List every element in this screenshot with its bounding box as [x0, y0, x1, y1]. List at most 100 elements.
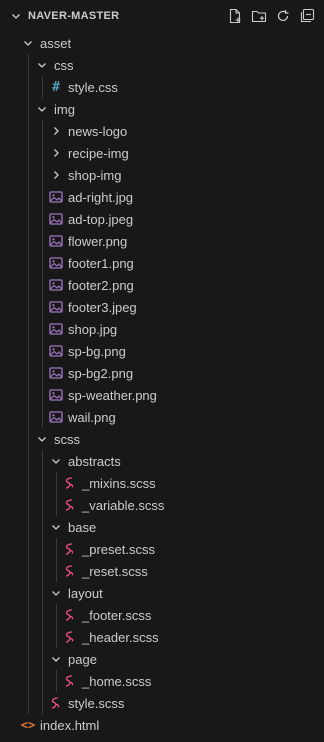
- tree-item-label: sp-weather.png: [68, 387, 157, 403]
- tree-item-label: flower.png: [68, 233, 128, 249]
- image-file-icon: [48, 277, 64, 293]
- sass-file-icon: [62, 497, 78, 513]
- folder-news-logo[interactable]: news-logo: [0, 120, 324, 142]
- file-variable-scss[interactable]: _variable.scss: [0, 494, 324, 516]
- collapse-all-icon[interactable]: [298, 7, 316, 25]
- tree-item-label: css: [54, 57, 74, 73]
- folder-img[interactable]: img: [0, 98, 324, 120]
- file-style-css[interactable]: # style.css: [0, 76, 324, 98]
- chevron-right-icon[interactable]: [48, 123, 64, 139]
- file-footer1-png[interactable]: footer1.png: [0, 252, 324, 274]
- file-style-scss[interactable]: style.scss: [0, 692, 324, 714]
- indent-guide: [28, 54, 29, 714]
- indent-guide: [42, 450, 43, 714]
- image-file-icon: [48, 211, 64, 227]
- folder-base[interactable]: base: [0, 516, 324, 538]
- chevron-down-icon[interactable]: [48, 519, 64, 535]
- sass-file-icon: [62, 563, 78, 579]
- indent-guide: [56, 670, 57, 692]
- file-flower-png[interactable]: flower.png: [0, 230, 324, 252]
- chevron-down-icon[interactable]: [48, 651, 64, 667]
- tree-item-label: layout: [68, 585, 103, 601]
- chevron-right-icon[interactable]: [48, 167, 64, 183]
- explorer-actions: [226, 7, 316, 25]
- tree-item-label: footer1.png: [68, 255, 134, 271]
- file-preset-scss[interactable]: _preset.scss: [0, 538, 324, 560]
- folder-css[interactable]: css: [0, 54, 324, 76]
- chevron-down-icon[interactable]: [34, 101, 50, 117]
- chevron-right-icon[interactable]: [48, 145, 64, 161]
- file-footer-scss[interactable]: _footer.scss: [0, 604, 324, 626]
- tree-item-label: recipe-img: [68, 145, 129, 161]
- file-shop-jpg[interactable]: shop.jpg: [0, 318, 324, 340]
- tree-item-label: news-logo: [68, 123, 128, 139]
- tree-item-label: _preset.scss: [82, 541, 155, 557]
- tree-item-label: style.scss: [68, 695, 125, 711]
- explorer-title: NAVER-MASTER: [28, 10, 120, 22]
- file-header-scss[interactable]: _header.scss: [0, 626, 324, 648]
- tree-item-label: _header.scss: [82, 629, 159, 645]
- file-index-html[interactable]: <> index.html: [0, 714, 324, 736]
- tree-item-label: _mixins.scss: [82, 475, 156, 491]
- file-footer2-png[interactable]: footer2.png: [0, 274, 324, 296]
- chevron-down-icon[interactable]: [8, 8, 24, 24]
- folder-scss[interactable]: scss: [0, 428, 324, 450]
- image-file-icon: [48, 343, 64, 359]
- sass-file-icon: [62, 607, 78, 623]
- tree-item-label: page: [68, 651, 97, 667]
- chevron-down-icon[interactable]: [34, 57, 50, 73]
- tree-item-label: sp-bg2.png: [68, 365, 134, 381]
- tree-item-label: sp-bg.png: [68, 343, 126, 359]
- file-home-scss[interactable]: _home.scss: [0, 670, 324, 692]
- chevron-down-icon[interactable]: [48, 585, 64, 601]
- folder-layout[interactable]: layout: [0, 582, 324, 604]
- file-tree: asset css # style.css img news-logo recipe-img…: [0, 32, 324, 736]
- chevron-down-icon[interactable]: [48, 453, 64, 469]
- folder-recipe-img[interactable]: recipe-img: [0, 142, 324, 164]
- file-sp-bg2-png[interactable]: sp-bg2.png: [0, 362, 324, 384]
- html-file-icon: <>: [20, 718, 36, 732]
- indent-guide: [56, 538, 57, 582]
- folder-page[interactable]: page: [0, 648, 324, 670]
- chevron-down-icon[interactable]: [20, 35, 36, 51]
- chevron-down-icon[interactable]: [34, 431, 50, 447]
- tree-item-label: asset: [40, 35, 72, 51]
- tree-item-label: _reset.scss: [82, 563, 148, 579]
- image-file-icon: [48, 409, 64, 425]
- file-ad-top-jpeg[interactable]: ad-top.jpeg: [0, 208, 324, 230]
- folder-shop-img[interactable]: shop-img: [0, 164, 324, 186]
- file-mixins-scss[interactable]: _mixins.scss: [0, 472, 324, 494]
- new-file-icon[interactable]: [226, 7, 244, 25]
- file-sp-weather-png[interactable]: sp-weather.png: [0, 384, 324, 406]
- tree-item-label: index.html: [40, 717, 100, 733]
- sass-file-icon: [62, 541, 78, 557]
- sass-file-icon: [48, 695, 64, 711]
- indent-guide: [56, 604, 57, 648]
- file-reset-scss[interactable]: _reset.scss: [0, 560, 324, 582]
- explorer-header[interactable]: NAVER-MASTER: [0, 0, 324, 32]
- tree-item-label: style.css: [68, 79, 118, 95]
- tree-item-label: _footer.scss: [82, 607, 152, 623]
- file-wail-png[interactable]: wail.png: [0, 406, 324, 428]
- tree-item-label: footer2.png: [68, 277, 134, 293]
- file-ad-right-jpg[interactable]: ad-right.jpg: [0, 186, 324, 208]
- indent-guide: [42, 120, 43, 428]
- tree-item-label: ad-top.jpeg: [68, 211, 134, 227]
- tree-item-label: img: [54, 101, 75, 117]
- file-sp-bg-png[interactable]: sp-bg.png: [0, 340, 324, 362]
- image-file-icon: [48, 387, 64, 403]
- folder-asset[interactable]: asset: [0, 32, 324, 54]
- file-footer3-jpeg[interactable]: footer3.jpeg: [0, 296, 324, 318]
- sass-file-icon: [62, 475, 78, 491]
- folder-abstracts[interactable]: abstracts: [0, 450, 324, 472]
- tree-item-label: footer3.jpeg: [68, 299, 137, 315]
- tree-item-label: base: [68, 519, 97, 535]
- image-file-icon: [48, 233, 64, 249]
- image-file-icon: [48, 321, 64, 337]
- tree-item-label: _home.scss: [82, 673, 152, 689]
- tree-item-label: _variable.scss: [82, 497, 165, 513]
- new-folder-icon[interactable]: [250, 7, 268, 25]
- tree-item-label: shop.jpg: [68, 321, 118, 337]
- refresh-icon[interactable]: [274, 7, 292, 25]
- css-file-icon: #: [52, 79, 60, 95]
